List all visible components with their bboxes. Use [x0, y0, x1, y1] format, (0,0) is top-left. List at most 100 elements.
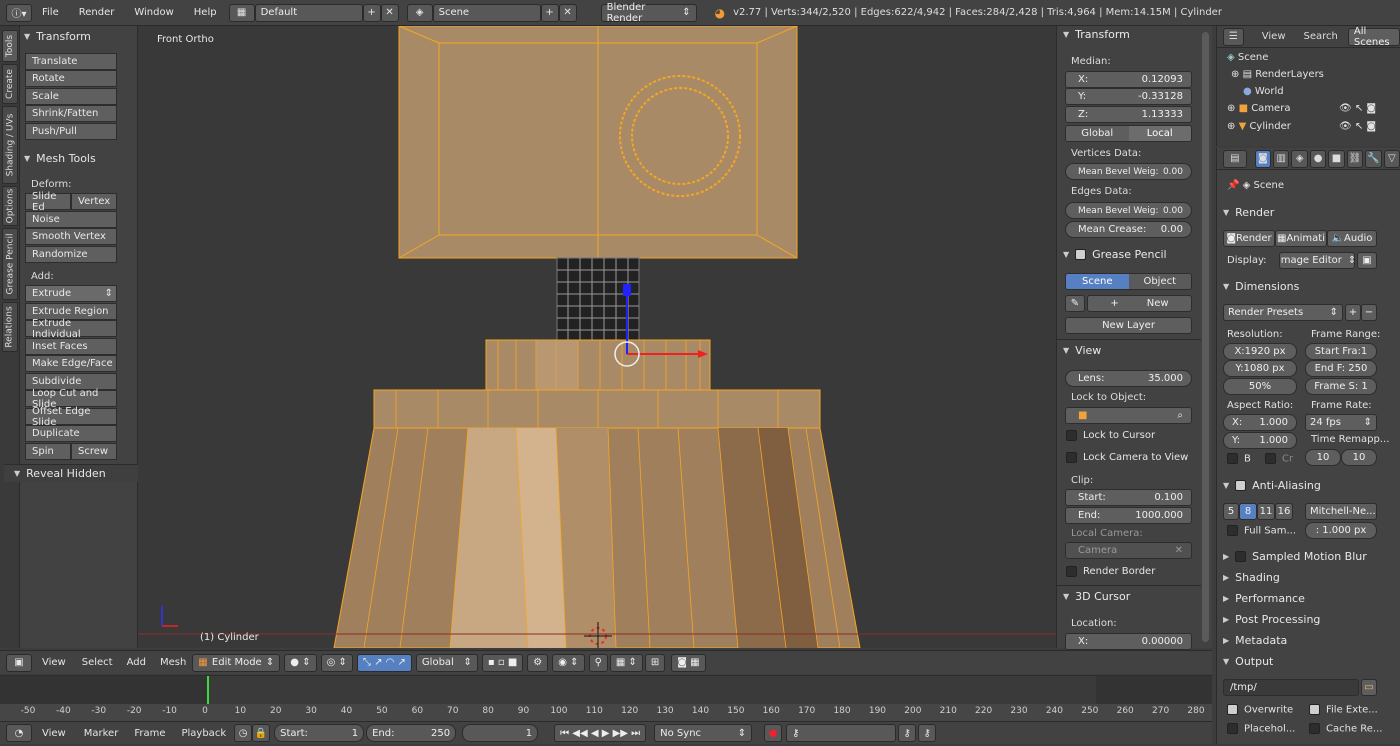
- tl-marker-menu[interactable]: Marker: [76, 720, 127, 746]
- remove-scene-icon[interactable]: ✕: [558, 3, 577, 22]
- scene-icon[interactable]: ◈: [406, 3, 433, 22]
- timeline-editor-icon[interactable]: ◔: [6, 724, 32, 742]
- placeholders-checkbox[interactable]: Placehol...: [1227, 723, 1295, 735]
- aspect-y-field[interactable]: Y: 1.000: [1223, 432, 1297, 449]
- add-preset-icon[interactable]: +: [1345, 304, 1361, 321]
- view-menu[interactable]: View: [32, 650, 76, 676]
- loop-cut-button[interactable]: Loop Cut and Slide: [25, 388, 117, 410]
- pin-icon[interactable]: 📌: [1227, 180, 1239, 191]
- remap-old-field[interactable]: 10: [1305, 449, 1341, 466]
- display-toggle-icon[interactable]: ▣: [1357, 252, 1377, 269]
- shrink-fatten-button[interactable]: Shrink/Fatten: [25, 105, 117, 122]
- outliner-item-renderlayers[interactable]: ⊕ ▤ RenderLayers: [1231, 69, 1324, 80]
- world-tab-icon[interactable]: ●: [1309, 149, 1327, 168]
- grease-pencil-header[interactable]: ▼ Grease Pencil: [1063, 248, 1167, 261]
- inset-faces-button[interactable]: Inset Faces: [25, 338, 117, 355]
- noise-button[interactable]: Noise: [25, 211, 117, 228]
- aa-samples-5[interactable]: 5: [1223, 503, 1239, 520]
- timeline-area[interactable]: -50 -40 -30 -20 -10 0 10 20 30 40 50 60 70 80 90 100 110…: [0, 675, 1212, 722]
- frame-step-field[interactable]: Frame S: 1: [1305, 378, 1377, 395]
- current-frame-field[interactable]: 1: [462, 724, 539, 742]
- 3d-view-editor-icon[interactable]: ▣: [6, 653, 32, 672]
- n-panel-scrollbar[interactable]: [1202, 32, 1209, 642]
- lens-field[interactable]: Lens: 35.000: [1065, 370, 1192, 387]
- reveal-hidden-panel-header[interactable]: ▼ Reveal Hidden: [4, 464, 138, 482]
- file-extensions-checkbox[interactable]: File Exte...: [1309, 704, 1378, 716]
- outliner-item-world[interactable]: ● World: [1243, 86, 1284, 97]
- slide-edge-button[interactable]: Slide Ed: [25, 191, 71, 213]
- outliner-search-menu[interactable]: Search: [1304, 31, 1338, 42]
- sync-mode-dropdown[interactable]: No Sync ⇕: [654, 724, 753, 742]
- properties-editor-icon[interactable]: ▤: [1223, 149, 1247, 168]
- transform-panel-header[interactable]: ▼ Transform: [20, 27, 91, 45]
- make-edge-face-button[interactable]: Make Edge/Face: [25, 355, 117, 372]
- animation-button[interactable]: ▦ Animati: [1275, 230, 1327, 247]
- shading-panel-header[interactable]: ▶ Shading: [1223, 571, 1280, 584]
- orientation-selector[interactable]: Global ⇕: [415, 653, 478, 672]
- snap-toggle-icon[interactable]: ⚲: [588, 653, 608, 672]
- outliner-item-camera[interactable]: ⊕ ■ Camera: [1227, 103, 1290, 114]
- render-layers-tab-icon[interactable]: ▥: [1273, 149, 1290, 168]
- camera-visibility-icons[interactable]: 👁 ↖ ◙: [1339, 103, 1376, 114]
- render-engine-selector[interactable]: Blender Render ⇕: [600, 2, 697, 24]
- clip-start-field[interactable]: Start: 0.100: [1065, 489, 1192, 506]
- tab-tools[interactable]: Tools: [2, 30, 18, 62]
- pivot-selector[interactable]: ◎ ⇕: [320, 653, 353, 672]
- full-sample-checkbox[interactable]: Full Sam...: [1227, 525, 1296, 537]
- start-frame-field[interactable]: Start: 1: [274, 724, 365, 742]
- lock-cursor-checkbox[interactable]: Lock to Cursor: [1066, 430, 1155, 441]
- mesh-tools-panel-header[interactable]: ▼ Mesh Tools: [20, 149, 96, 167]
- menu-window[interactable]: Window: [124, 0, 183, 26]
- audio-button[interactable]: 🔈 Audio: [1327, 230, 1377, 247]
- preview-range-icon[interactable]: ◷: [234, 724, 253, 742]
- display-dropdown[interactable]: Image Editor⇕: [1279, 252, 1355, 269]
- lock-object-field[interactable]: ■ ⌕: [1065, 407, 1192, 424]
- mean-crease-field[interactable]: Mean Crease: 0.00: [1065, 221, 1192, 238]
- median-z-field[interactable]: Z: 1.13333: [1065, 106, 1192, 123]
- playback-controls[interactable]: ⏮ ◀◀ ◀ ▶ ▶▶ ⏭: [554, 724, 647, 742]
- sampled-motion-blur-header[interactable]: ▶ Sampled Motion Blur: [1223, 550, 1367, 563]
- gp-pencil-icon[interactable]: ✎: [1065, 295, 1085, 312]
- filter-size-field[interactable]: : 1.000 px: [1305, 522, 1377, 539]
- snap-target-icon[interactable]: ⊞: [644, 653, 666, 672]
- extrude-individual-button[interactable]: Extrude Individual: [25, 318, 117, 340]
- viewport-shading-selector[interactable]: ● ⇕: [284, 653, 317, 672]
- render-preview-icons[interactable]: ◙ ▦: [671, 653, 706, 672]
- aa-checkbox[interactable]: [1235, 480, 1247, 491]
- metadata-panel-header[interactable]: ▶ Metadata: [1223, 634, 1287, 647]
- current-frame-marker[interactable]: [207, 676, 209, 704]
- edge-mean-bevel-field[interactable]: Mean Bevel Weig: 0.00: [1065, 202, 1192, 219]
- lock-range-icon[interactable]: 🔒: [252, 724, 271, 742]
- snap-element-selector[interactable]: ▦ ⇕: [609, 653, 643, 672]
- cursor-x-field[interactable]: X: 0.00000: [1065, 633, 1192, 650]
- view-panel-header[interactable]: ▼ View: [1063, 344, 1101, 357]
- data-tab-icon[interactable]: ▽: [1383, 149, 1400, 168]
- gp-scene-toggle[interactable]: Scene: [1066, 274, 1129, 289]
- output-path-field[interactable]: /tmp/: [1223, 679, 1359, 696]
- menu-help[interactable]: Help: [184, 0, 227, 26]
- mesh-menu[interactable]: Mesh: [154, 650, 192, 676]
- menu-render[interactable]: Render: [69, 0, 125, 26]
- crop-checkbox[interactable]: Cr: [1265, 453, 1293, 465]
- n-transform-header[interactable]: ▼ Transform: [1063, 28, 1130, 41]
- aa-samples-16[interactable]: 16: [1275, 503, 1293, 520]
- menu-file[interactable]: File: [32, 0, 69, 26]
- outliner-editor-icon[interactable]: ☰: [1223, 27, 1244, 46]
- info-editor-icon[interactable]: ⓘ▾: [6, 3, 32, 22]
- anti-aliasing-header[interactable]: ▼ Anti-Aliasing: [1223, 479, 1321, 492]
- aa-filter-dropdown[interactable]: Mitchell-Ne...⇕: [1305, 503, 1377, 520]
- median-x-field[interactable]: X: 0.12093: [1065, 71, 1192, 88]
- scene-selector[interactable]: Scene: [432, 3, 541, 22]
- cylinder-visibility-icons[interactable]: 👁 ↖ ◙: [1339, 121, 1376, 132]
- render-button[interactable]: ◙ Render: [1223, 230, 1275, 247]
- add-scene-icon[interactable]: +: [540, 3, 559, 22]
- gp-new-button[interactable]: + New: [1087, 295, 1192, 312]
- offset-edge-slide-button[interactable]: Offset Edge Slide: [25, 406, 117, 428]
- spin-button[interactable]: Spin: [25, 443, 71, 460]
- tab-options[interactable]: Options: [2, 186, 18, 226]
- border-checkbox[interactable]: B: [1227, 453, 1251, 465]
- slide-vertex-button[interactable]: Vertex: [71, 193, 117, 210]
- scale-button[interactable]: Scale: [25, 88, 117, 105]
- post-processing-panel-header[interactable]: ▶ Post Processing: [1223, 613, 1320, 626]
- median-y-field[interactable]: Y: -0.33128: [1065, 88, 1192, 105]
